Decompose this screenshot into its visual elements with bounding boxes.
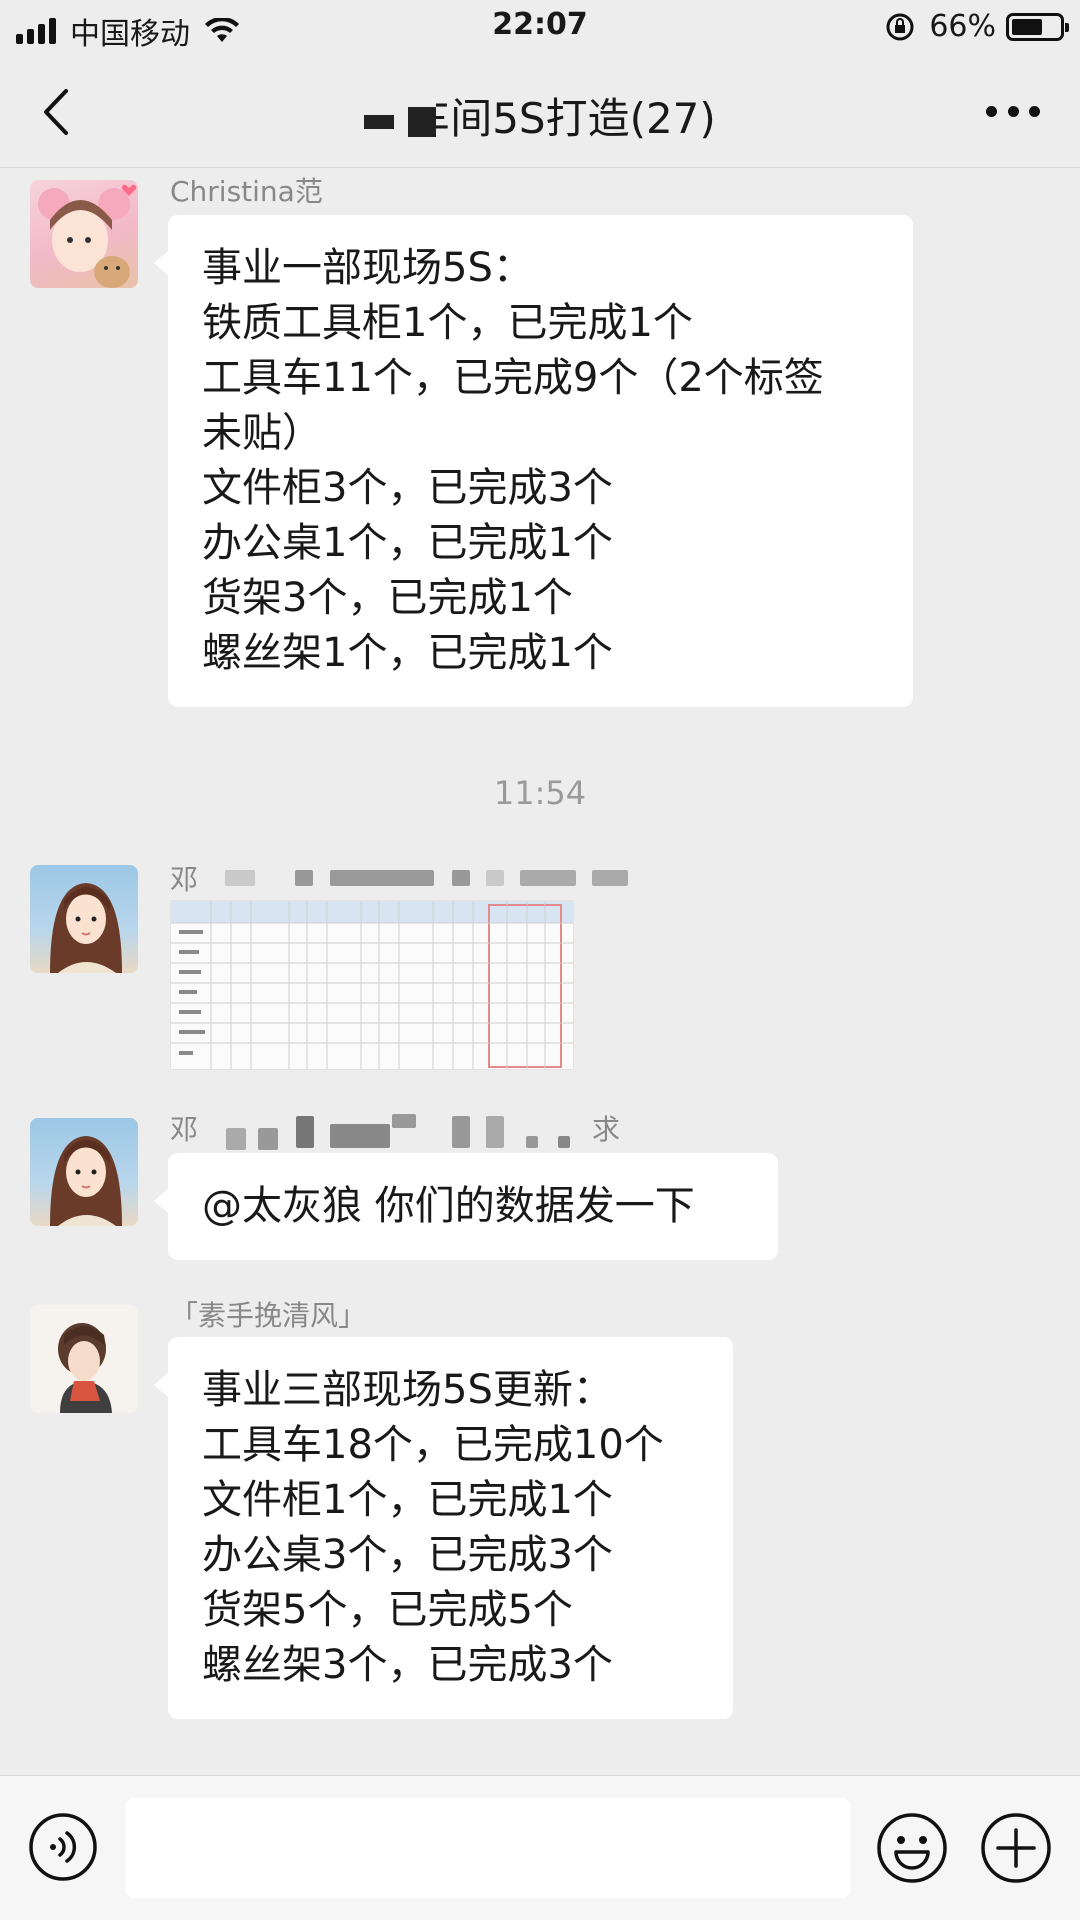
chat-header: 车间5S打造(27) (0, 55, 1080, 168)
redacted-block (330, 1124, 390, 1148)
chat-title: 车间5S打造(27) (0, 85, 1080, 146)
redacted-block (330, 870, 434, 886)
message-line: 螺丝架1个，已完成1个 (202, 630, 613, 676)
battery-percent: 66% (929, 9, 996, 44)
message-line: 文件柜1个，已完成1个 (202, 1477, 613, 1523)
message-line: 未贴） (202, 410, 322, 456)
message-line: 事业三部现场5S更新： (202, 1367, 613, 1413)
redacted-block (296, 1116, 314, 1148)
redacted-block (408, 106, 437, 137)
orientation-lock-icon (886, 13, 914, 40)
redacted-block (226, 1128, 246, 1150)
message-line: 工具车18个，已完成10个 (202, 1422, 664, 1468)
avatar-girl-bear-icon (38, 184, 137, 288)
redacted-block (225, 870, 255, 886)
sender-name-visible: 邓 (170, 863, 199, 896)
input-bar (0, 1775, 1080, 1920)
sender-name: 邓 (170, 858, 198, 898)
status-bar: 中国移动 22:07 66% (0, 0, 1080, 55)
message-line: 办公桌1个，已完成1个 (202, 520, 613, 566)
avatar-girl-icon (50, 1136, 122, 1226)
more-icon[interactable] (986, 103, 1040, 119)
message-line: 螺丝架3个，已完成3个 (202, 1642, 613, 1688)
spreadsheet-thumbnail (171, 901, 573, 1069)
redacted-block (526, 1136, 538, 1148)
sender-name: Christina范 (170, 175, 323, 208)
sender-name: 邓 (170, 1108, 198, 1148)
redacted-block (364, 114, 395, 129)
sender-name: 「素手挽清风」 (170, 1299, 367, 1332)
redacted-block (592, 870, 628, 886)
redacted-block (295, 870, 313, 886)
redacted-block (558, 1136, 570, 1148)
sender-name-tail: 求 (592, 1113, 621, 1146)
image-message-table[interactable] (170, 900, 574, 1070)
avatar-boy-icon (58, 1323, 112, 1413)
sender-name-visible: 邓 (170, 1113, 199, 1146)
avatar[interactable] (30, 1118, 138, 1226)
message-line: 铁质工具柜1个，已完成1个 (202, 300, 693, 346)
avatar[interactable] (30, 180, 138, 288)
status-right: 66% (885, 9, 1069, 44)
message-bubble[interactable]: 事业三部现场5S更新： 工具车18个，已完成10个 文件柜1个，已完成1个 办公… (154, 1337, 733, 1719)
message-line: 事业一部现场5S： (202, 245, 533, 291)
message-bubble[interactable]: @太灰狼 你们的数据发一下 (154, 1153, 778, 1260)
avatar[interactable] (30, 865, 138, 973)
message-timestamp: 11:54 (493, 774, 587, 812)
message-bubble[interactable]: 事业一部现场5S： 铁质工具柜1个，已完成1个 工具车11个，已完成9个（2个标… (154, 215, 913, 707)
battery-icon (1006, 12, 1069, 41)
redacted-block (486, 1116, 504, 1148)
message-line: 工具车11个，已完成9个（2个标签 (202, 355, 824, 401)
message-input[interactable] (126, 1798, 850, 1898)
redacted-block (258, 1128, 278, 1150)
redacted-block (452, 870, 470, 886)
emoji-icon[interactable] (876, 1812, 948, 1884)
plus-icon[interactable] (980, 1812, 1052, 1884)
redacted-block (486, 870, 504, 886)
voice-icon[interactable] (28, 1812, 98, 1882)
chat-title-partial: 车 (436, 85, 450, 146)
message-line: 办公桌3个，已完成3个 (202, 1532, 613, 1578)
message-line: @太灰狼 你们的数据发一下 (202, 1183, 695, 1229)
redacted-block (392, 1114, 416, 1128)
message-line: 货架3个，已完成1个 (202, 575, 573, 621)
avatar-girl-icon (50, 883, 122, 973)
battery-fill (1012, 18, 1043, 35)
redacted-block (452, 1116, 470, 1148)
redacted-block (520, 870, 576, 886)
avatar[interactable] (30, 1305, 138, 1413)
chat-title-text: 间5S打造(27) (450, 94, 716, 143)
message-line: 文件柜3个，已完成3个 (202, 465, 613, 511)
message-line: 货架5个，已完成5个 (202, 1587, 573, 1633)
